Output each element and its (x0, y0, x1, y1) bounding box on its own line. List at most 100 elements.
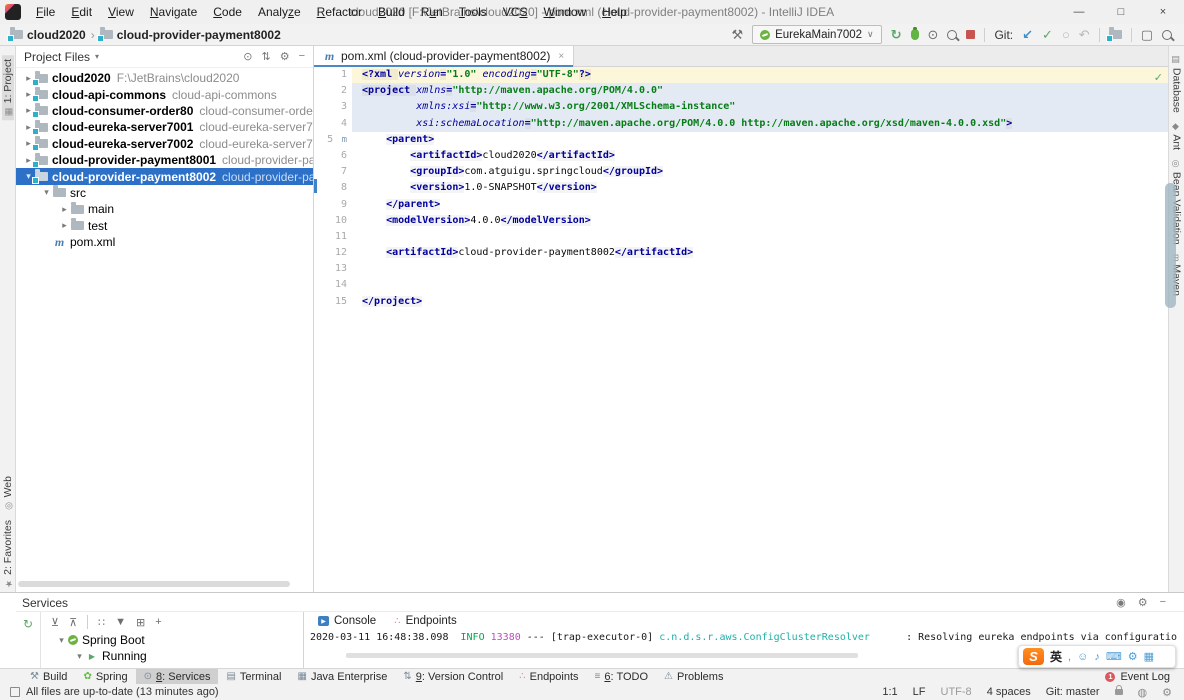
voice-input-icon[interactable]: ♪ (1094, 651, 1100, 663)
gutter-line-11[interactable]: 11 (314, 229, 347, 245)
chevron-down-icon[interactable]: ▾ (55, 635, 68, 646)
restore-layout-icon[interactable]: ▢ (1141, 28, 1153, 41)
editor-scrollbar-thumb[interactable] (1165, 183, 1176, 308)
code-editor[interactable]: 12345 m6789101112131415 <?xml version="1… (314, 67, 1168, 310)
gutter-line-15[interactable]: 15 (314, 294, 347, 310)
profiler-button[interactable] (947, 30, 957, 40)
tool-window-button-spring[interactable]: ✿Spring (75, 669, 135, 684)
collapse-all-icon[interactable]: ⊼ (69, 616, 77, 629)
breadcrumb-cloud-provider-payment8002[interactable]: cloud-provider-payment8002 (100, 28, 281, 42)
tree-item-cloud-provider-payment8002[interactable]: ▾cloud-provider-payment8002cloud-provide… (16, 168, 313, 184)
menu-run[interactable]: Run (413, 0, 451, 24)
menu-build[interactable]: Build (370, 0, 413, 24)
history-button[interactable]: ○ (1062, 28, 1070, 41)
gutter-line-12[interactable]: 12 (314, 245, 347, 261)
tree-item-cloud-api-commons[interactable]: ▸cloud-api-commonscloud-api-commons (16, 86, 313, 102)
tree-item-src[interactable]: ▾src (16, 185, 313, 201)
debug-button[interactable] (911, 29, 919, 40)
gutter-line-1[interactable]: 1 (314, 67, 347, 83)
settings-gear-icon[interactable]: ⚙ (1138, 596, 1148, 609)
console-horizontal-scrollbar[interactable] (346, 653, 858, 658)
gutter-line-4[interactable]: 4 (314, 116, 347, 132)
project-view-selector[interactable]: Project Files (24, 50, 90, 64)
tree-item-cloud-eureka-server7002[interactable]: ▸cloud-eureka-server7002cloud-eureka-ser… (16, 136, 313, 152)
rollback-button[interactable]: ↶ (1079, 28, 1090, 41)
editor-gutter[interactable]: 12345 m6789101112131415 (314, 67, 352, 310)
close-tab-icon[interactable]: × (558, 51, 564, 62)
menu-view[interactable]: View (100, 0, 142, 24)
settings-gear-icon[interactable]: ⚙ (280, 50, 290, 63)
tree-item-cloud-provider-payment8001[interactable]: ▸cloud-provider-payment8001cloud-provide… (16, 152, 313, 168)
status-4-spaces[interactable]: 4 spaces (987, 686, 1031, 698)
gutter-line-7[interactable]: 7 (314, 164, 347, 180)
console-tab-endpoints[interactable]: ∴Endpoints (386, 612, 465, 630)
project-structure-icon[interactable] (1109, 30, 1122, 39)
menu-refactor[interactable]: Refactor (309, 0, 370, 24)
close-button[interactable]: × (1142, 0, 1184, 24)
status-1-1[interactable]: 1:1 (882, 686, 897, 698)
gutter-line-3[interactable]: 3 (314, 99, 347, 115)
rerun-icon[interactable]: ↻ (23, 617, 33, 631)
menu-tools[interactable]: Tools (451, 0, 495, 24)
tool-window-button-version-control[interactable]: ⇅9: Version Control (395, 669, 511, 684)
tree-item-cloud-consumer-order80[interactable]: ▸cloud-consumer-order80cloud-consumer-or… (16, 103, 313, 119)
run-button[interactable]: ↻ (891, 28, 902, 41)
minimize-button[interactable]: — (1058, 0, 1100, 24)
inspections-ok-icon[interactable]: ✓ (1154, 71, 1163, 84)
filter-icon[interactable]: ▼ (115, 616, 126, 628)
menu-vcs[interactable]: VCS (495, 0, 536, 24)
group-by-icon[interactable]: ∷ (98, 616, 105, 629)
stripe-database[interactable]: ▤ Database (1171, 55, 1183, 113)
notifications-bell-icon[interactable]: ◍ (1138, 686, 1148, 699)
chevron-right-icon[interactable]: ▸ (58, 220, 71, 231)
tool-window-button-terminal[interactable]: ▤Terminal (218, 669, 289, 684)
sogou-logo-icon[interactable]: S (1023, 648, 1044, 665)
event-log-button[interactable]: Event Log (1120, 671, 1170, 683)
menu-code[interactable]: Code (205, 0, 250, 24)
stripe-1-project[interactable]: ▦ 1: Project (2, 55, 14, 120)
tree-item-cloud-eureka-server7001[interactable]: ▸cloud-eureka-server7001cloud-eureka-ser… (16, 119, 313, 135)
gutter-line-2[interactable]: 2 (314, 83, 347, 99)
services-item-spring-boot[interactable]: ▾Spring Boot (41, 632, 303, 648)
stripe-web[interactable]: ◎ Web (2, 476, 14, 510)
stripe-2-favorites[interactable]: ★ 2: Favorites (2, 520, 14, 588)
tool-window-button-todo[interactable]: ≡6: TODO (587, 669, 656, 684)
add-icon[interactable]: + (155, 616, 161, 628)
skin-icon[interactable]: ⚙ (1128, 650, 1138, 663)
menu-edit[interactable]: Edit (63, 0, 100, 24)
collapse-all-icon[interactable]: ⇅ (261, 50, 270, 63)
editor-tab-pom-xml[interactable]: m pom.xml (cloud-provider-payment8002) × (314, 46, 574, 66)
gutter-line-14[interactable]: 14 (314, 277, 347, 293)
gutter-line-10[interactable]: 10 (314, 213, 347, 229)
menu-window[interactable]: Window (535, 0, 594, 24)
menu-file[interactable]: File (28, 0, 63, 24)
gutter-line-5[interactable]: 5 m (314, 132, 347, 148)
tool-window-button-java-enterprise[interactable]: ▦Java Enterprise (289, 669, 395, 684)
gutter-line-6[interactable]: 6 (314, 148, 347, 164)
chevron-down-icon[interactable]: ▾ (73, 651, 86, 662)
toolbox-icon[interactable]: ▦ (1144, 650, 1154, 663)
breadcrumb-cloud2020[interactable]: cloud2020 (10, 28, 86, 42)
tool-window-button-services[interactable]: ⊙8: Services (136, 669, 219, 684)
menu-navigate[interactable]: Navigate (142, 0, 205, 24)
readonly-lock-icon[interactable] (1115, 689, 1123, 695)
expand-all-icon[interactable]: ⊻ (51, 616, 59, 629)
menu-analyze[interactable]: Analyze (250, 0, 309, 24)
add-service-icon[interactable]: ⊞ (136, 616, 145, 629)
status-git-master[interactable]: Git: master (1046, 686, 1100, 698)
services-item-running[interactable]: ▾▶Running (41, 648, 303, 664)
tree-item-pom-xml[interactable]: mpom.xml (16, 234, 313, 250)
stop-button[interactable] (966, 30, 975, 39)
build-hammer-icon[interactable]: ⚒ (731, 28, 743, 41)
run-configuration-select[interactable]: EurekaMain7002 ∨ (752, 25, 882, 44)
locate-file-icon[interactable]: ⊙ (243, 50, 252, 63)
chevron-down-icon[interactable]: ▾ (40, 187, 53, 198)
gutter-line-9[interactable]: 9 (314, 197, 347, 213)
maximize-button[interactable]: □ (1100, 0, 1142, 24)
hide-panel-icon[interactable]: − (299, 50, 305, 63)
run-with-coverage-button[interactable]: ⊙ (928, 28, 939, 41)
tree-item-main[interactable]: ▸main (16, 201, 313, 217)
tool-window-button-endpoints[interactable]: ∴Endpoints (511, 669, 586, 684)
stripe-ant[interactable]: ◆ Ant (1171, 122, 1183, 150)
punctuation-icon[interactable]: , (1068, 651, 1071, 663)
